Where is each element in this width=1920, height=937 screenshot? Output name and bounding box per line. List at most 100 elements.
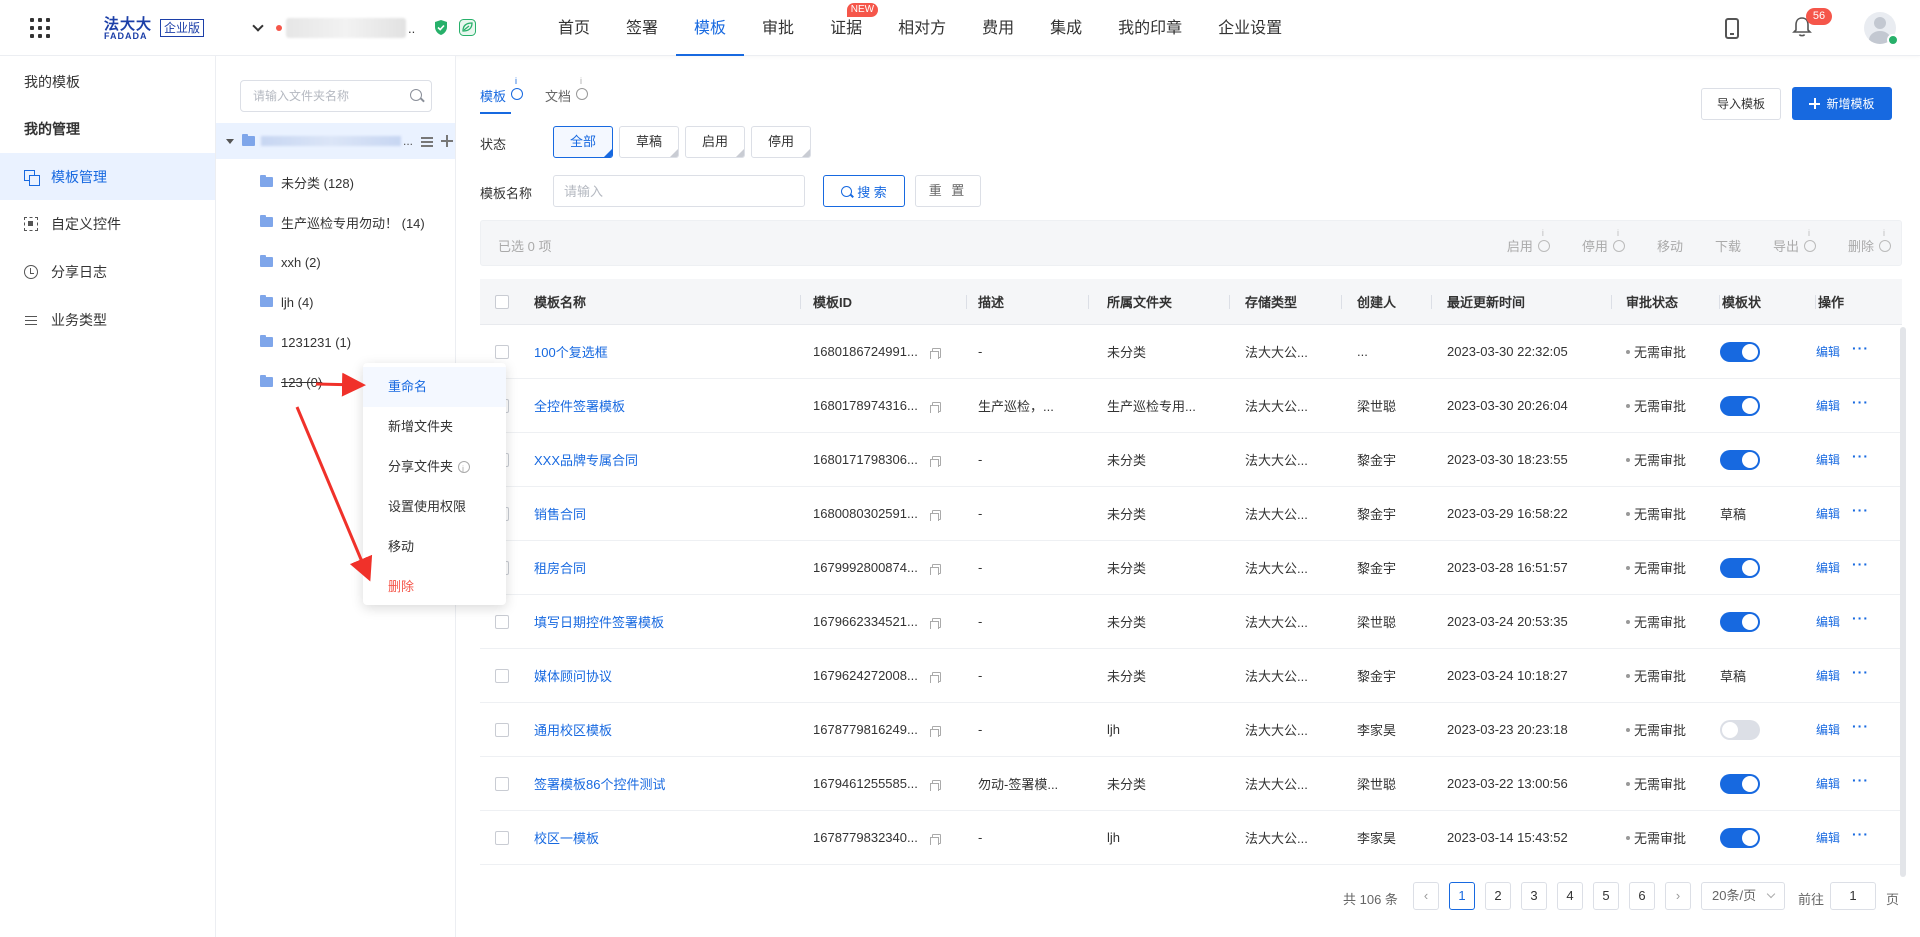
- status-enabled-button[interactable]: 启用: [685, 126, 745, 158]
- nav-my-seals[interactable]: 我的印章: [1100, 0, 1200, 56]
- edit-link[interactable]: 编辑: [1816, 561, 1840, 575]
- folder-search-input[interactable]: [241, 81, 401, 111]
- template-status-toggle[interactable]: [1720, 827, 1760, 848]
- table-row[interactable]: 签署模板86个控件测试 1679461255585... 勿动-签署模... 未分类 法…: [480, 757, 1902, 811]
- more-icon[interactable]: ···: [1852, 505, 1869, 518]
- nav-enterprise-settings[interactable]: 企业设置: [1200, 0, 1300, 56]
- sidebar-item-custom-controls[interactable]: 自定义控件: [0, 200, 215, 247]
- next-page-button[interactable]: ›: [1665, 882, 1691, 910]
- status-draft-button[interactable]: 草稿: [619, 126, 679, 158]
- folder-node[interactable]: ljh (4): [260, 290, 314, 314]
- bulk-enable-button[interactable]: 启用: [1507, 228, 1550, 255]
- menu-rename[interactable]: 重命名: [363, 367, 506, 407]
- copy-icon[interactable]: [929, 833, 941, 845]
- table-row[interactable]: 租房合同 1679992800874... - 未分类 法大大公... 黎金宇 2023-0…: [480, 541, 1902, 595]
- caret-down-icon[interactable]: [226, 138, 234, 144]
- info-icon[interactable]: [576, 76, 589, 100]
- menu-share-folder[interactable]: 分享文件夹: [363, 447, 506, 489]
- import-template-button[interactable]: 导入模板: [1701, 88, 1781, 120]
- template-status-toggle[interactable]: [1720, 341, 1760, 362]
- bulk-disable-button[interactable]: 停用: [1582, 228, 1625, 255]
- company-selector[interactable]: ..: [252, 16, 415, 40]
- template-name-link[interactable]: 媒体顾问协议: [534, 669, 612, 684]
- edit-link[interactable]: 编辑: [1816, 723, 1840, 737]
- edit-link[interactable]: 编辑: [1816, 399, 1840, 413]
- bulk-move-button[interactable]: 移动: [1657, 236, 1683, 255]
- more-icon[interactable]: ···: [1852, 829, 1869, 842]
- info-icon[interactable]: [511, 76, 524, 100]
- info-icon[interactable]: [1612, 228, 1625, 252]
- nav-evidence[interactable]: 证据 NEW: [812, 0, 880, 56]
- info-icon[interactable]: [1803, 228, 1816, 252]
- sidebar-item-share-log[interactable]: 分享日志: [0, 248, 215, 295]
- fadada-logo[interactable]: 法大大 FADADA 企业版: [104, 13, 204, 43]
- row-checkbox[interactable]: [495, 669, 509, 684]
- nav-sign[interactable]: 签署: [608, 0, 676, 56]
- reset-button[interactable]: 重 置: [915, 175, 981, 207]
- sidebar-item-business-type[interactable]: 业务类型: [0, 296, 215, 343]
- copy-icon[interactable]: [929, 563, 941, 575]
- page-button[interactable]: 1: [1449, 882, 1475, 910]
- sidebar-item-template-management[interactable]: 模板管理: [0, 153, 215, 200]
- more-icon[interactable]: ···: [1852, 613, 1869, 626]
- select-all-checkbox[interactable]: [495, 295, 509, 310]
- nav-integration[interactable]: 集成: [1032, 0, 1100, 56]
- page-button[interactable]: 2: [1485, 882, 1511, 910]
- page-size-select[interactable]: 20条/页: [1701, 882, 1785, 910]
- edit-link[interactable]: 编辑: [1816, 777, 1840, 791]
- template-name-input[interactable]: [554, 176, 794, 206]
- template-name-link[interactable]: XXX品牌专属合同: [534, 453, 638, 468]
- page-button[interactable]: 6: [1629, 882, 1655, 910]
- tab-documents[interactable]: 文档: [545, 76, 589, 114]
- table-row[interactable]: 媒体顾问协议 1679624272008... - 未分类 法大大公... 黎金宇 2023…: [480, 649, 1902, 703]
- table-row[interactable]: XXX品牌专属合同 1680171798306... - 未分类 法大大公... 黎金宇 2…: [480, 433, 1902, 487]
- edit-link[interactable]: 编辑: [1816, 831, 1840, 845]
- more-icon[interactable]: ···: [1852, 775, 1869, 788]
- copy-icon[interactable]: [929, 509, 941, 521]
- template-status-toggle[interactable]: [1720, 773, 1760, 794]
- row-checkbox[interactable]: [495, 345, 509, 360]
- sidebar-group-my-templates[interactable]: 我的模板: [24, 72, 80, 92]
- bulk-delete-button[interactable]: 删除: [1848, 228, 1891, 255]
- prev-page-button[interactable]: ‹: [1413, 882, 1439, 910]
- more-icon[interactable]: ···: [1852, 559, 1869, 572]
- nav-counterparty[interactable]: 相对方: [880, 0, 964, 56]
- app-grid-icon[interactable]: [30, 18, 50, 38]
- sort-list-icon[interactable]: [421, 136, 434, 146]
- table-row[interactable]: 100个复选框 1680186724991... - 未分类 法大大公...... 202…: [480, 325, 1902, 379]
- search-icon[interactable]: [410, 89, 422, 101]
- bulk-download-button[interactable]: 下载: [1715, 236, 1741, 255]
- row-checkbox[interactable]: [495, 615, 509, 630]
- edit-link[interactable]: 编辑: [1816, 345, 1840, 359]
- edit-link[interactable]: 编辑: [1816, 669, 1840, 683]
- table-row[interactable]: 销售合同 1680080302591... - 未分类 法大大公... 黎金宇 2023-0…: [480, 487, 1902, 541]
- template-status-toggle[interactable]: [1720, 395, 1760, 416]
- menu-new-folder[interactable]: 新增文件夹: [363, 407, 506, 447]
- table-row[interactable]: 校区一模板 1678779832340... - ljh 法大大公... 李家昊 2023-…: [480, 811, 1902, 865]
- edit-link[interactable]: 编辑: [1816, 453, 1840, 467]
- nav-approval[interactable]: 审批: [744, 0, 812, 56]
- more-icon[interactable]: ···: [1852, 721, 1869, 734]
- folder-node-selected[interactable]: 123 (0): [260, 370, 322, 394]
- info-icon[interactable]: [458, 449, 471, 489]
- bulk-export-button[interactable]: 导出: [1773, 228, 1816, 255]
- edit-link[interactable]: 编辑: [1816, 507, 1840, 521]
- table-row[interactable]: 通用校区模板 1678779816249... - ljh 法大大公... 李家昊 2023…: [480, 703, 1902, 757]
- add-folder-icon[interactable]: [441, 135, 454, 147]
- table-row[interactable]: 填写日期控件签署模板 1679662334521... - 未分类 法大大公... 梁世聪…: [480, 595, 1902, 649]
- table-scrollbar[interactable]: [1900, 327, 1906, 877]
- copy-icon[interactable]: [929, 401, 941, 413]
- copy-icon[interactable]: [929, 617, 941, 629]
- folder-node[interactable]: xxh (2): [260, 250, 321, 274]
- copy-icon[interactable]: [929, 455, 941, 467]
- row-checkbox[interactable]: [495, 831, 509, 846]
- new-template-button[interactable]: 新增模板: [1792, 87, 1892, 120]
- folder-node[interactable]: 1231231 (1): [260, 330, 351, 354]
- nav-fees[interactable]: 费用: [964, 0, 1032, 56]
- copy-icon[interactable]: [929, 347, 941, 359]
- template-status-toggle[interactable]: [1720, 557, 1760, 578]
- status-disabled-button[interactable]: 停用: [751, 126, 811, 158]
- more-icon[interactable]: ···: [1852, 667, 1869, 680]
- template-name-link[interactable]: 填写日期控件签署模板: [534, 615, 664, 630]
- menu-move[interactable]: 移动: [363, 527, 506, 567]
